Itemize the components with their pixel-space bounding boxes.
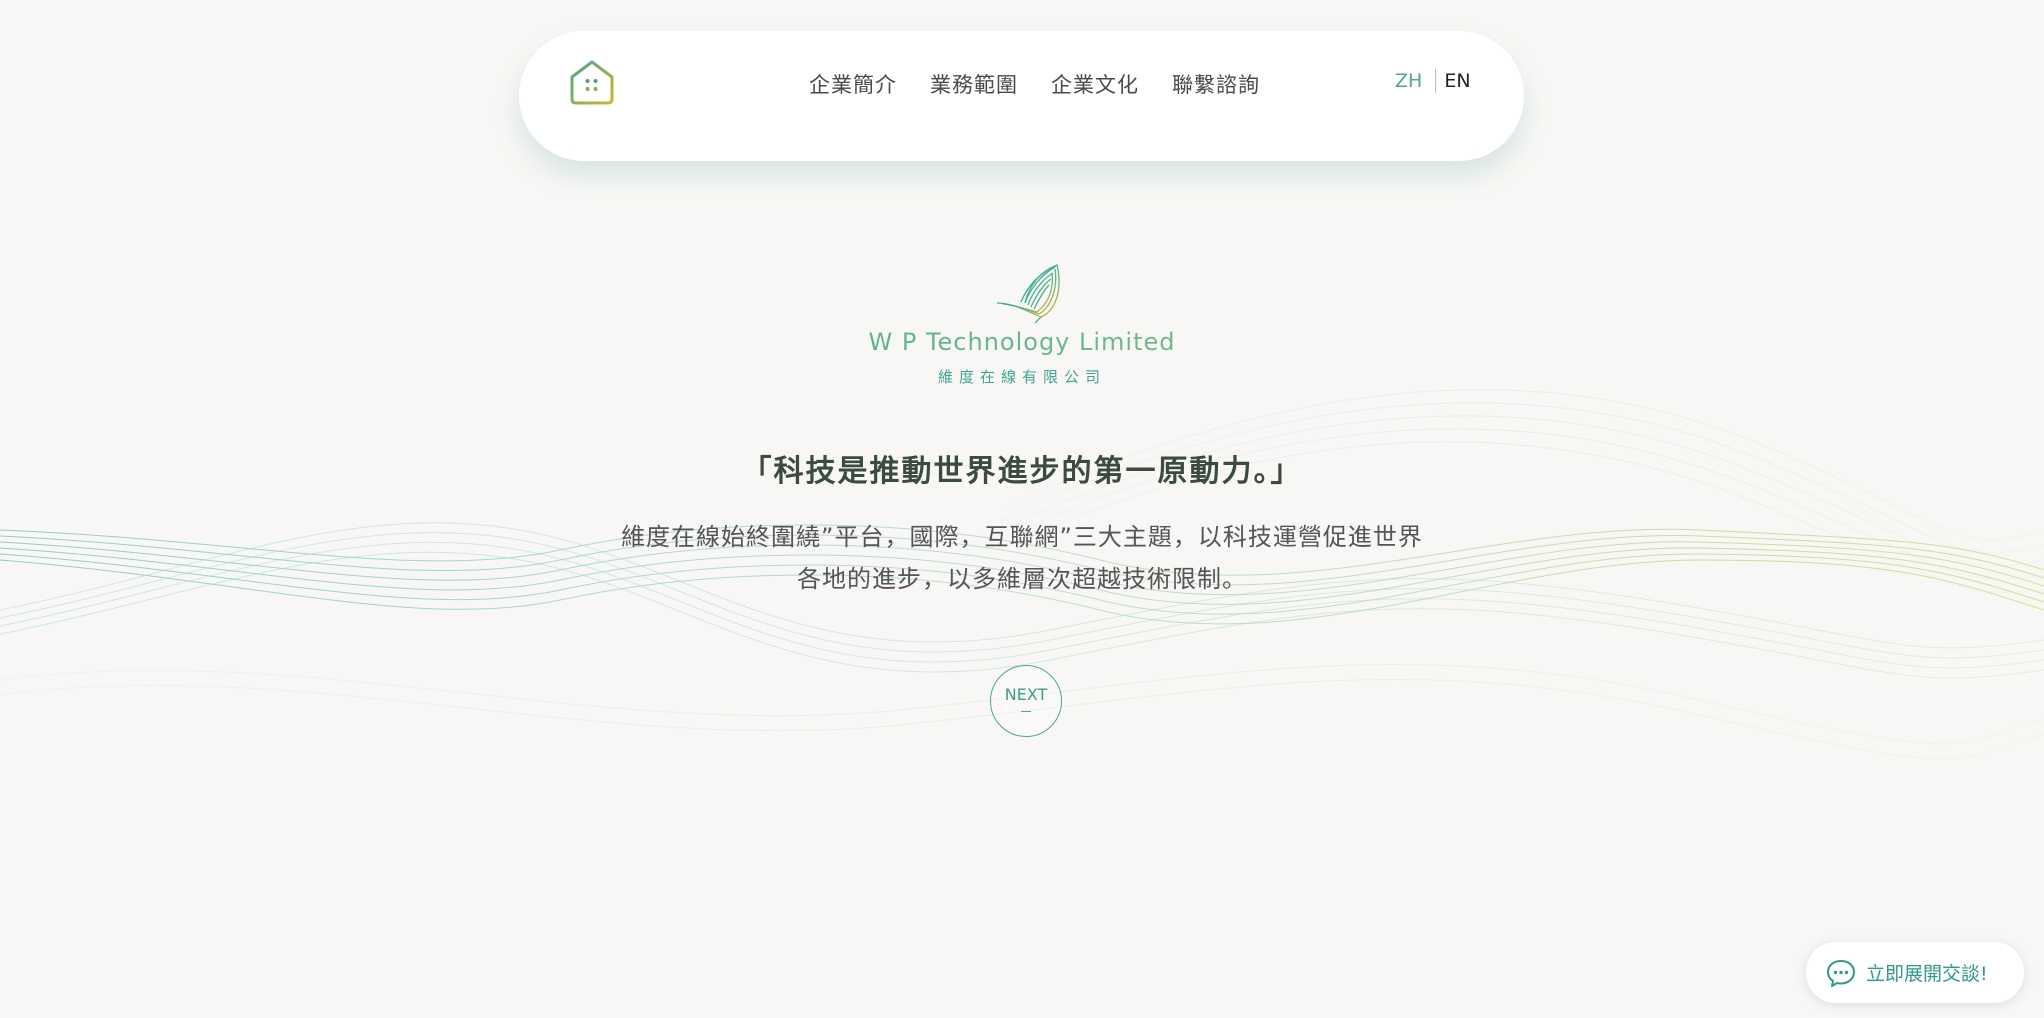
hero-slogan: 「科技是推動世界進步的第一原動力。」	[741, 454, 1303, 489]
lang-divider	[1435, 69, 1437, 93]
hero-description: 維度在線始終圍繞”平台，國際，互聯網”三大主題，以科技運營促進世界各地的進步，以…	[621, 523, 1423, 593]
next-dash	[1021, 711, 1031, 712]
company-name-logo: W P Technology Limited	[0, 328, 2044, 356]
chat-button[interactable]: 立即展開交談!	[1806, 942, 2024, 1003]
home-icon[interactable]	[567, 57, 617, 107]
chat-label: 立即展開交談!	[1866, 963, 1988, 985]
nav-item-contact[interactable]: 聯繫諮詢	[1172, 69, 1260, 99]
nav-item-business-scope[interactable]: 業務範圍	[930, 69, 1018, 99]
leaf-logo-icon	[996, 264, 1060, 323]
next-button[interactable]: NEXT	[990, 665, 1062, 737]
lang-zh-link[interactable]: ZH	[1395, 70, 1435, 92]
chat-bubble-icon	[1827, 959, 1855, 987]
page: 企業簡介 業務範圍 企業文化 聯繫諮詢 ZH EN W P Technology…	[0, 0, 2044, 1018]
nav-item-corporate-culture[interactable]: 企業文化	[1051, 69, 1139, 99]
next-label: NEXT	[1004, 685, 1048, 704]
header-bar: 企業簡介 業務範圍 企業文化 聯繫諮詢 ZH EN	[519, 31, 1524, 161]
language-switcher: ZH EN	[1395, 69, 1471, 93]
company-name-chinese: 維度在線有限公司	[937, 368, 1106, 386]
lang-en-link[interactable]: EN	[1444, 70, 1470, 92]
main-nav: 企業簡介 業務範圍 企業文化 聯繫諮詢	[809, 69, 1260, 99]
nav-item-company-profile[interactable]: 企業簡介	[809, 69, 897, 99]
